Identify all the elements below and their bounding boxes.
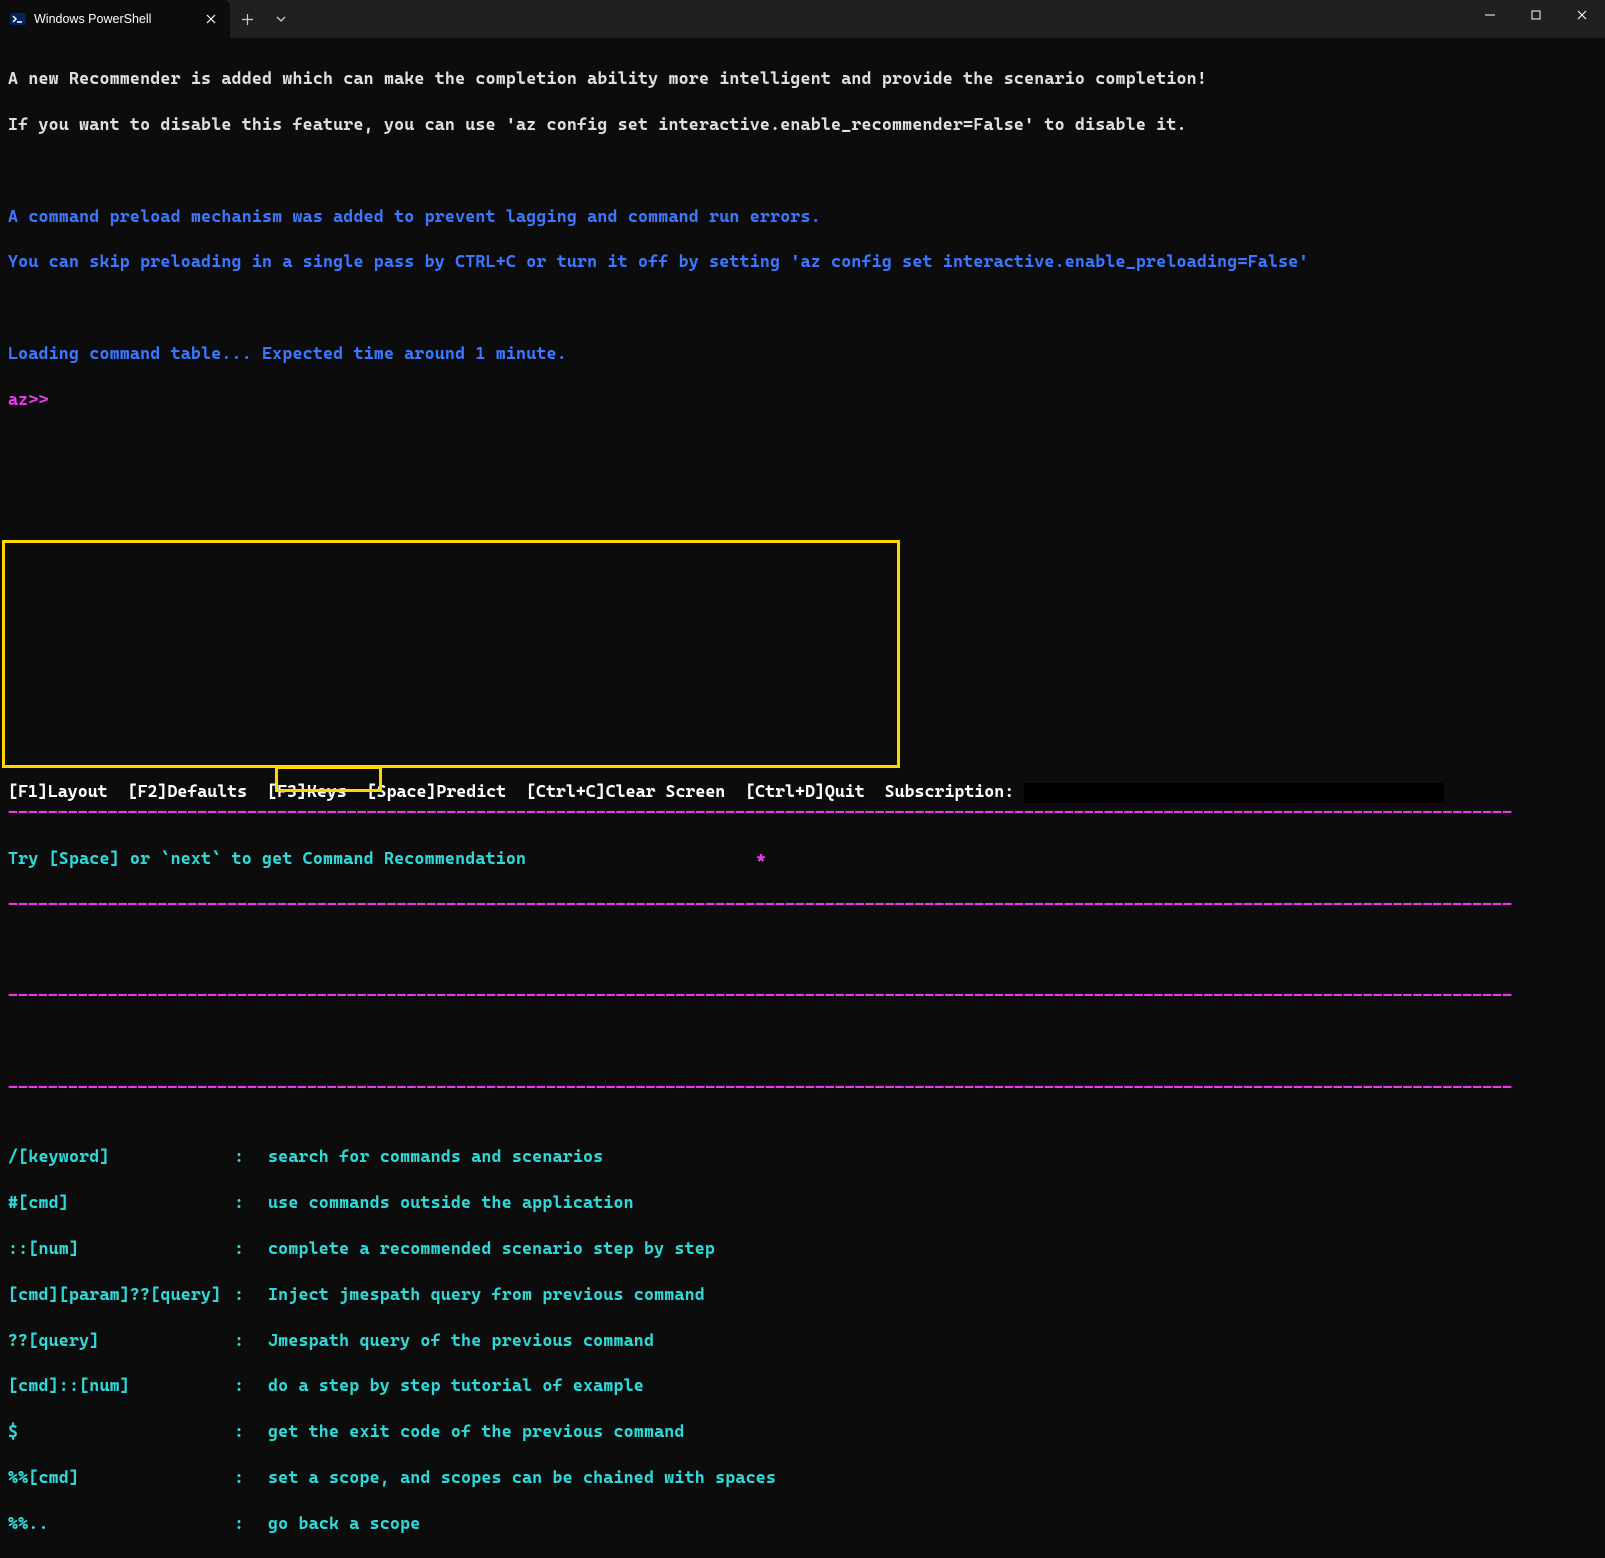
hint-row: [cmd][param]??[query]:Inject jmespath qu… <box>8 1283 1597 1306</box>
tab-title: Windows PowerShell <box>34 11 194 28</box>
subscription-value-redacted <box>1024 783 1444 803</box>
output-line: A new Recommender is added which can mak… <box>8 67 1597 90</box>
hint-row: #[cmd]:use commands outside the applicat… <box>8 1191 1597 1214</box>
hint-key: ??[query] <box>8 1329 234 1352</box>
hint-sep: : <box>234 1145 268 1168</box>
titlebar: Windows PowerShell <box>0 0 1605 38</box>
hint-row: %%[cmd]:set a scope, and scopes can be c… <box>8 1466 1597 1489</box>
hint-sep: : <box>234 1283 268 1306</box>
hint-key: ::[num] <box>8 1237 234 1260</box>
hint-sep: : <box>234 1329 268 1352</box>
hint-key: [cmd]::[num] <box>8 1374 234 1397</box>
hint-desc: Jmespath query of the previous command <box>268 1329 654 1352</box>
hint-key: /[keyword] <box>8 1145 234 1168</box>
titlebar-drag-region[interactable] <box>298 0 1467 38</box>
output-line: Loading command table... Expected time a… <box>8 342 1597 365</box>
blank-line <box>8 480 1597 503</box>
blank-line <box>8 296 1597 319</box>
hint-row: %%..:go back a scope <box>8 1512 1597 1535</box>
ctrld-quit[interactable]: [Ctrl+D]Quit <box>745 781 865 801</box>
window-close-button[interactable] <box>1559 0 1605 30</box>
tab-close-button[interactable] <box>202 10 220 28</box>
hint-row: /[keyword]:search for commands and scena… <box>8 1145 1597 1168</box>
minimize-button[interactable] <box>1467 0 1513 30</box>
blank-line <box>8 526 1597 549</box>
output-line: You can skip preloading in a single pass… <box>8 250 1597 273</box>
blank-line <box>8 159 1597 182</box>
blank-line <box>8 663 1597 686</box>
hint-desc: get the exit code of the previous comman… <box>268 1420 685 1443</box>
hint-desc: Inject jmespath query from previous comm… <box>268 1283 705 1306</box>
blank-line <box>8 572 1597 595</box>
new-tab-button[interactable] <box>230 0 264 38</box>
f2-defaults[interactable]: [F2]Defaults <box>128 781 248 801</box>
separator-line: ----------------------------------------… <box>8 984 1597 1007</box>
prompt[interactable]: az>> <box>8 388 1597 411</box>
space-predict[interactable]: [Space]Predict <box>367 781 506 801</box>
hint-desc: set a scope, and scopes can be chained w… <box>268 1466 776 1489</box>
hint-sep: : <box>234 1237 268 1260</box>
blank-line <box>8 755 1597 778</box>
subscription-label: Subscription: <box>885 781 1015 801</box>
separator-line: ----------------------------------------… <box>8 801 1597 824</box>
hint-desc: use commands outside the application <box>268 1191 634 1214</box>
window-controls <box>1467 0 1605 30</box>
hint-row: ::[num]:complete a recommended scenario … <box>8 1237 1597 1260</box>
tab-dropdown-button[interactable] <box>264 0 298 38</box>
hint-sep: : <box>234 1420 268 1443</box>
hint-desc: do a step by step tutorial of example <box>268 1374 644 1397</box>
hint-key: %%.. <box>8 1512 234 1535</box>
hint-sep: : <box>234 1191 268 1214</box>
hint-key: [cmd][param]??[query] <box>8 1283 234 1306</box>
hint-desc: go back a scope <box>268 1512 420 1535</box>
hint-key: #[cmd] <box>8 1191 234 1214</box>
hint-desc: complete a recommended scenario step by … <box>268 1237 715 1260</box>
hint-row: $:get the exit code of the previous comm… <box>8 1420 1597 1443</box>
blank-line <box>8 939 1597 962</box>
separator-line: ----------------------------------------… <box>8 1076 1597 1099</box>
hint-desc: search for commands and scenarios <box>268 1145 603 1168</box>
hint-key: $ <box>8 1420 234 1443</box>
separator-line: ----------------------------------------… <box>8 893 1597 916</box>
hint-sep: : <box>234 1512 268 1535</box>
output-line: A command preload mechanism was added to… <box>8 205 1597 228</box>
f1-layout[interactable]: [F1]Layout <box>8 781 108 801</box>
blank-line <box>8 709 1597 732</box>
tab-powershell[interactable]: Windows PowerShell <box>0 0 230 38</box>
powershell-icon <box>10 11 26 27</box>
bottom-toolbar: [F1]Layout [F2]Defaults [F3]Keys [Space]… <box>8 780 1597 803</box>
hint-sep: : <box>234 1374 268 1397</box>
hint-row: ??[query]:Jmespath query of the previous… <box>8 1329 1597 1352</box>
recommendation-hint: Try [Space] or `next` to get Command Rec… <box>8 847 1597 870</box>
ctrlc-clear[interactable]: [Ctrl+C]Clear Screen <box>526 781 725 801</box>
star-marker: * <box>756 847 766 870</box>
blank-line <box>8 434 1597 457</box>
hint-row: [cmd]::[num]:do a step by step tutorial … <box>8 1374 1597 1397</box>
f3-keys[interactable]: [F3]Keys <box>267 781 347 801</box>
maximize-button[interactable] <box>1513 0 1559 30</box>
blank-line <box>8 617 1597 640</box>
blank-line <box>8 1030 1597 1053</box>
hint-key: %%[cmd] <box>8 1466 234 1489</box>
hint-sep: : <box>234 1466 268 1489</box>
output-line: If you want to disable this feature, you… <box>8 113 1597 136</box>
